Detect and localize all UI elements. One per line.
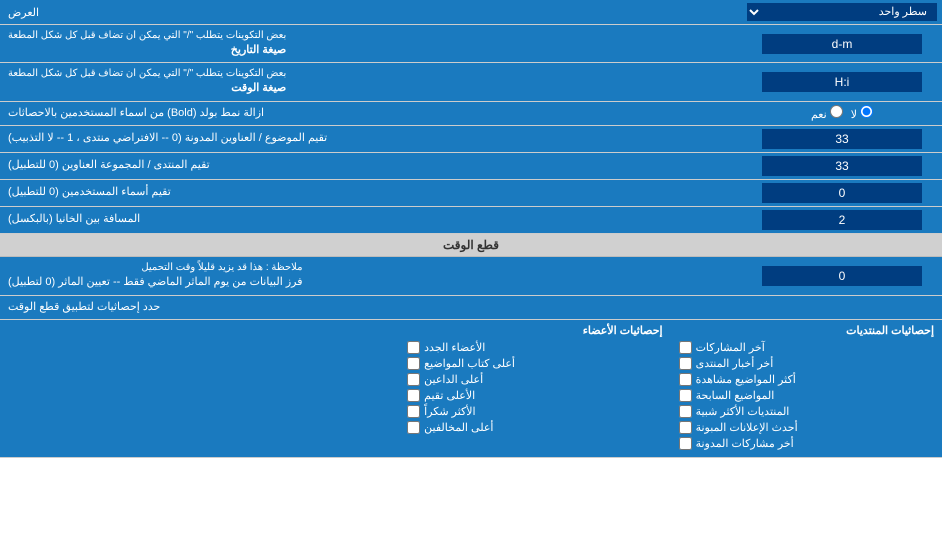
col1-checkbox-5[interactable] bbox=[679, 421, 692, 434]
time-input-cell[interactable] bbox=[742, 63, 942, 100]
col1-header: إحصاثيات المنتديات bbox=[679, 324, 934, 337]
top-label-text: العرض bbox=[8, 6, 39, 19]
time-format-label: بعض التكوينات يتطلب "/" التي يمكن ان تضا… bbox=[0, 63, 742, 100]
section-header-time-cut: قطع الوقت bbox=[0, 234, 942, 257]
space-label: المسافة بين الخانيا (بالبكسل) bbox=[0, 207, 742, 233]
checkboxes-col2: إحصاثيات الأعضاء الأعضاء الجدد أعلى كتاب… bbox=[399, 320, 670, 457]
topic-order-input[interactable] bbox=[762, 129, 922, 149]
date-input-cell[interactable] bbox=[742, 25, 942, 62]
col1-checkbox-2[interactable] bbox=[679, 373, 692, 386]
bold-yes-radio[interactable] bbox=[830, 105, 843, 118]
time-format-sublabel: بعض التكوينات يتطلب "/" التي يمكن ان تضا… bbox=[8, 67, 286, 81]
bold-label: ازالة نمط بولد (Bold) من اسماء المستخدمي… bbox=[0, 102, 742, 125]
forum-order-label: تقيم المنتدى / المجموعة العناوين (0 للتط… bbox=[0, 153, 742, 179]
col2-header: إحصاثيات الأعضاء bbox=[407, 324, 662, 337]
space-input-cell[interactable] bbox=[742, 207, 942, 233]
time-format-input[interactable] bbox=[762, 72, 922, 92]
forum-order-row: تقيم المنتدى / المجموعة العناوين (0 للتط… bbox=[0, 153, 942, 180]
users-order-row: تقيم أسماء المستخدمين (0 للتطبيل) bbox=[0, 180, 942, 207]
col2-checkbox-2[interactable] bbox=[407, 373, 420, 386]
list-item: أعلى المخالفين bbox=[407, 421, 662, 434]
col1-checkbox-1[interactable] bbox=[679, 357, 692, 370]
limit-label-spacer bbox=[633, 296, 942, 319]
time-cut-input[interactable] bbox=[762, 266, 922, 286]
time-cut-row: ملاحظة : هذا قد يزيد قليلاً وقت التحميل … bbox=[0, 257, 942, 295]
list-item: أخر مشاركات المدونة bbox=[679, 437, 934, 450]
time-cut-main-label: فرز البيانات من يوم الماثر الماضي فقط --… bbox=[8, 275, 302, 290]
forum-order-input-cell[interactable] bbox=[742, 153, 942, 179]
space-input[interactable] bbox=[762, 210, 922, 230]
limit-label-row: حدد إحصاثيات لتطبيق قطع الوقت bbox=[0, 296, 942, 320]
list-item: أحدث الإعلانات المبونة bbox=[679, 421, 934, 434]
date-format-row: بعض التكوينات يتطلب "/" التي يمكن ان تضا… bbox=[0, 25, 942, 63]
col1-checkbox-6[interactable] bbox=[679, 437, 692, 450]
bold-yes-label: نعم bbox=[811, 105, 843, 121]
date-format-main-label: صيغة التاريخ bbox=[8, 43, 286, 58]
list-item: أخر أخبار المنتدى bbox=[679, 357, 934, 370]
col1-checkbox-3[interactable] bbox=[679, 389, 692, 402]
list-item: أعلى كتاب المواضيع bbox=[407, 357, 662, 370]
users-order-input[interactable] bbox=[762, 183, 922, 203]
list-item: الأكثر شكراً bbox=[407, 405, 662, 418]
display-select[interactable]: سطر واحدسطرينثلاثة أسطر bbox=[747, 3, 937, 21]
col2-checkbox-3[interactable] bbox=[407, 389, 420, 402]
bold-no-radio[interactable] bbox=[860, 105, 873, 118]
checkboxes-col3 bbox=[0, 320, 399, 457]
col2-checkbox-4[interactable] bbox=[407, 405, 420, 418]
space-row: المسافة بين الخانيا (بالبكسل) bbox=[0, 207, 942, 234]
checkboxes-area: إحصاثيات المنتديات آخر المشاركات أخر أخب… bbox=[0, 320, 942, 458]
users-order-input-cell[interactable] bbox=[742, 180, 942, 206]
date-format-label: بعض التكوينات يتطلب "/" التي يمكن ان تضا… bbox=[0, 25, 742, 62]
topic-order-label: تقيم الموضوع / العناوين المدونة (0 -- ال… bbox=[0, 126, 742, 152]
limit-label-cell: حدد إحصاثيات لتطبيق قطع الوقت bbox=[0, 296, 633, 319]
list-item: الأعضاء الجدد bbox=[407, 341, 662, 354]
top-label: العرض bbox=[0, 0, 742, 24]
date-format-sublabel: بعض التكوينات يتطلب "/" التي يمكن ان تضا… bbox=[8, 29, 286, 43]
time-format-row: بعض التكوينات يتطلب "/" التي يمكن ان تضا… bbox=[0, 63, 942, 101]
col2-checkbox-0[interactable] bbox=[407, 341, 420, 354]
bold-no-label: لا bbox=[851, 105, 873, 121]
display-select-cell[interactable]: سطر واحدسطرينثلاثة أسطر bbox=[742, 0, 942, 24]
list-item: آخر المشاركات bbox=[679, 341, 934, 354]
users-order-label: تقيم أسماء المستخدمين (0 للتطبيل) bbox=[0, 180, 742, 206]
top-row: سطر واحدسطرينثلاثة أسطر العرض bbox=[0, 0, 942, 25]
list-item: المنتديات الأكثر شبية bbox=[679, 405, 934, 418]
bold-row: لا نعم ازالة نمط بولد (Bold) من اسماء ال… bbox=[0, 102, 942, 126]
list-item: أكثر المواضيع مشاهدة bbox=[679, 373, 934, 386]
bold-radio-cell: لا نعم bbox=[742, 102, 942, 125]
col1-checkbox-4[interactable] bbox=[679, 405, 692, 418]
col2-checkbox-1[interactable] bbox=[407, 357, 420, 370]
time-cut-sublabel: ملاحظة : هذا قد يزيد قليلاً وقت التحميل bbox=[8, 261, 302, 275]
col1-checkbox-0[interactable] bbox=[679, 341, 692, 354]
time-cut-input-cell[interactable] bbox=[742, 257, 942, 294]
list-item: المواضيع السابحة bbox=[679, 389, 934, 402]
list-item: أعلى الداعين bbox=[407, 373, 662, 386]
date-format-input[interactable] bbox=[762, 34, 922, 54]
col2-checkbox-5[interactable] bbox=[407, 421, 420, 434]
checkboxes-col1: إحصاثيات المنتديات آخر المشاركات أخر أخب… bbox=[671, 320, 942, 457]
forum-order-input[interactable] bbox=[762, 156, 922, 176]
time-cut-label: ملاحظة : هذا قد يزيد قليلاً وقت التحميل … bbox=[0, 257, 742, 294]
list-item: الأعلى تقيم bbox=[407, 389, 662, 402]
time-format-main-label: صيغة الوقت bbox=[8, 81, 286, 96]
topic-order-input-cell[interactable] bbox=[742, 126, 942, 152]
topic-order-row: تقيم الموضوع / العناوين المدونة (0 -- ال… bbox=[0, 126, 942, 153]
